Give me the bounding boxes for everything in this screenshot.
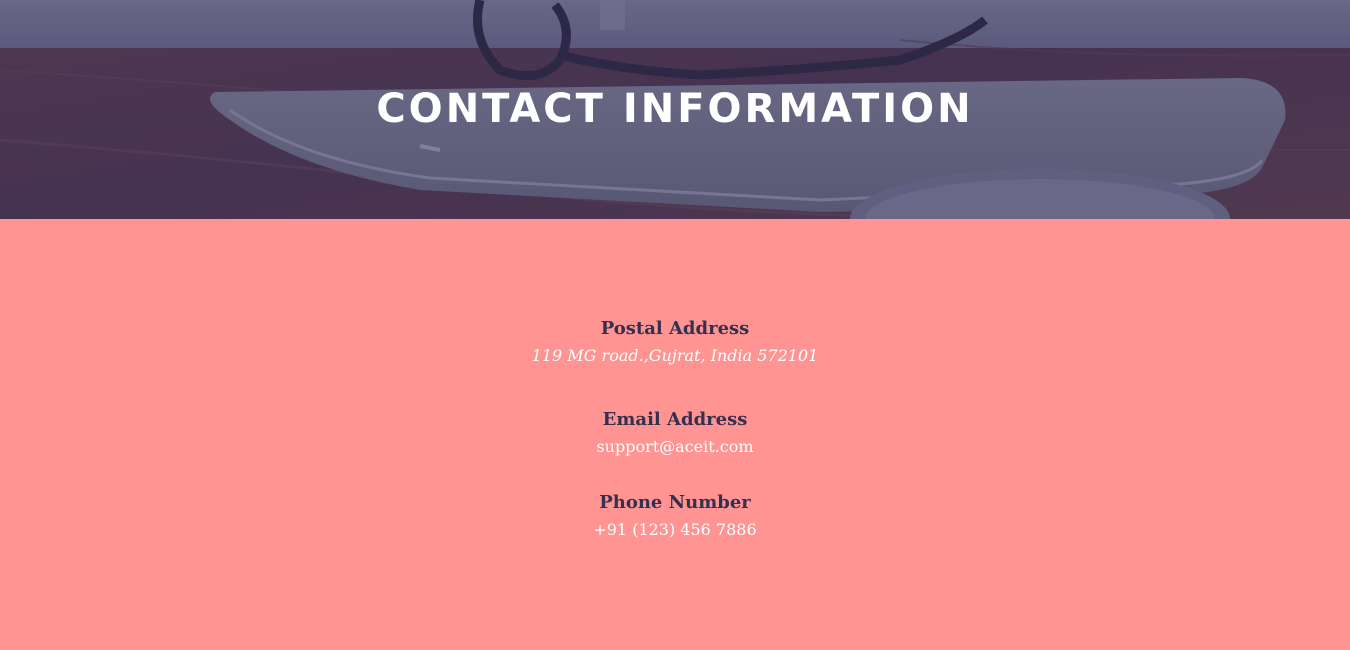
contact-info-section: Postal Address 119 MG road.,Gujrat, Indi… [0,219,1350,650]
page-title: CONTACT INFORMATION [376,86,974,132]
phone-number-value: +91 (123) 456 7886 [0,519,1350,541]
email-address-label: Email Address [602,409,748,430]
postal-address-value: 119 MG road.,Gujrat, India 572101 [531,346,819,365]
hero-banner: CONTACT INFORMATION [0,0,1350,219]
email-link[interactable]: support@aceit.com [596,437,753,456]
postal-address-block: Postal Address 119 MG road.,Gujrat, Indi… [0,318,1350,367]
phone-link[interactable]: +91 (123) 456 7886 [593,520,756,539]
phone-number-block: Phone Number +91 (123) 456 7886 [0,492,1350,541]
postal-address-label: Postal Address [600,318,750,339]
phone-number-label: Phone Number [599,492,751,513]
email-address-value: support@aceit.com [0,436,1350,458]
email-address-block: Email Address support@aceit.com [0,409,1350,458]
